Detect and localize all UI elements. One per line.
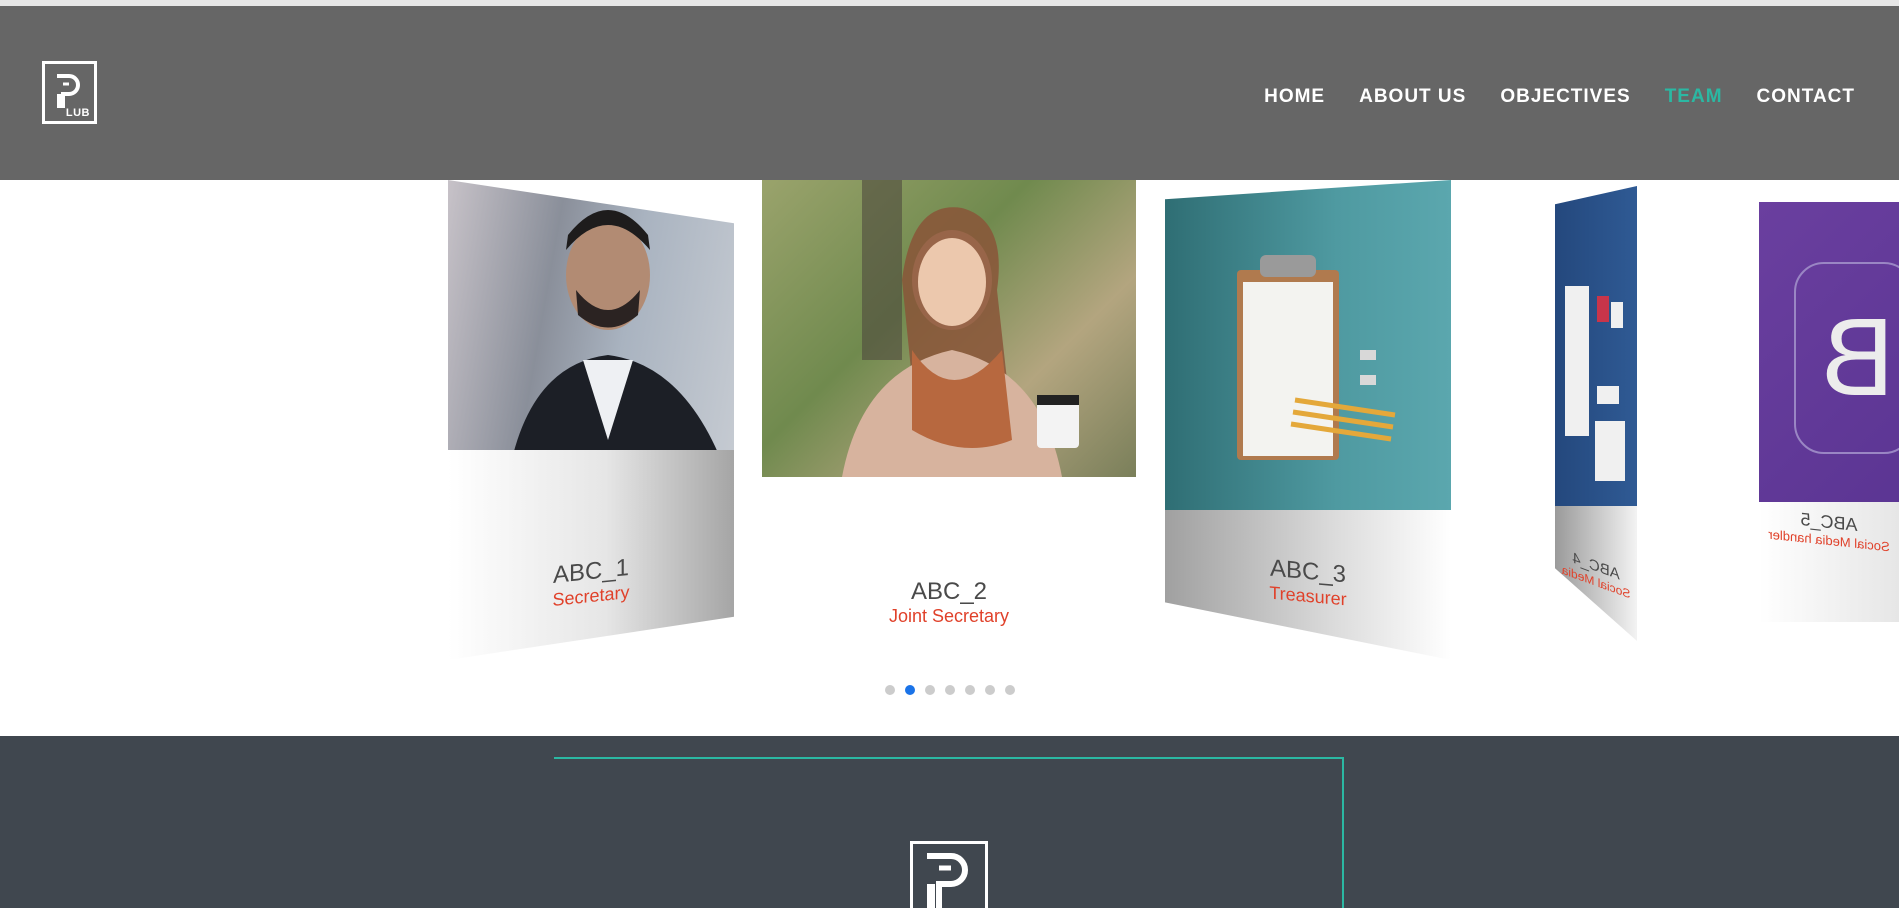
nav-home[interactable]: HOME bbox=[1264, 86, 1325, 108]
member-photo bbox=[448, 180, 734, 478]
team-card[interactable]: B ABC_5 Social Media handler bbox=[1759, 202, 1899, 622]
member-role: Joint Secretary bbox=[888, 606, 1010, 626]
nav-contact[interactable]: CONTACT bbox=[1757, 86, 1855, 108]
nav-team[interactable]: TEAM bbox=[1665, 86, 1723, 108]
logo-text: LUB bbox=[65, 107, 90, 119]
carousel-dot[interactable] bbox=[984, 685, 995, 695]
member-photo bbox=[1165, 180, 1451, 558]
stationery-icon bbox=[1565, 286, 1625, 481]
nav-objectives[interactable]: OBJECTIVES bbox=[1500, 86, 1630, 108]
footer-frame-right bbox=[1342, 757, 1344, 908]
team-card-active[interactable]: ABC_2 Joint Secretary bbox=[762, 180, 1136, 660]
member-photo bbox=[762, 180, 1136, 477]
club-logo[interactable]: LUB bbox=[42, 61, 97, 124]
portrait-icon bbox=[508, 210, 728, 478]
bootstrap-logo-icon: B bbox=[1821, 296, 1895, 419]
carousel-dot[interactable] bbox=[944, 685, 955, 695]
team-card[interactable]: ABC_1 Secretary bbox=[448, 180, 734, 660]
carousel-dot[interactable] bbox=[924, 685, 935, 695]
nav-about-us[interactable]: ABOUT US bbox=[1359, 86, 1466, 108]
card-caption: ABC_2 Joint Secretary bbox=[762, 578, 1136, 627]
team-carousel[interactable]: ABC_1 Secretary ABC_2 Joint Secretary AB… bbox=[0, 180, 1899, 736]
carousel-dot[interactable] bbox=[1004, 685, 1015, 695]
carousel-dot[interactable] bbox=[884, 685, 895, 695]
footer-logo bbox=[910, 841, 988, 911]
carousel-dot[interactable] bbox=[964, 685, 975, 695]
member-photo: B bbox=[1759, 202, 1899, 517]
carousel-dot-active[interactable] bbox=[904, 685, 915, 695]
club-logo-icon bbox=[57, 74, 80, 108]
site-header: LUB HOME ABOUT US OBJECTIVES TEAM CONTAC… bbox=[0, 6, 1899, 180]
team-card[interactable]: ABC_3 Treasurer bbox=[1165, 180, 1451, 660]
site-footer bbox=[0, 736, 1899, 911]
pencils-icon bbox=[1260, 255, 1396, 442]
club-logo-icon bbox=[927, 853, 968, 908]
member-photo bbox=[1555, 186, 1637, 546]
portrait-icon bbox=[842, 180, 1079, 477]
member-name: ABC_2 bbox=[910, 578, 988, 605]
main-nav: HOME ABOUT US OBJECTIVES TEAM CONTACT bbox=[1264, 86, 1855, 108]
footer-frame-top bbox=[554, 757, 1344, 759]
carousel-pagination bbox=[0, 685, 1899, 695]
team-card[interactable]: ABC_4 Social Media bbox=[1555, 186, 1637, 641]
